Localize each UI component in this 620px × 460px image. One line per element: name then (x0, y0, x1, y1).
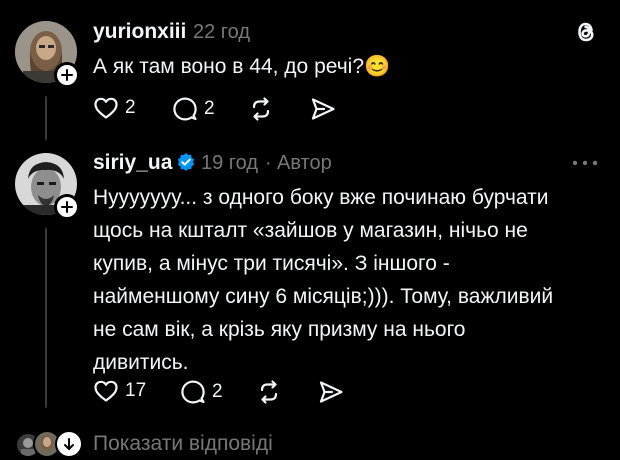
post-time: 22 год (193, 21, 251, 43)
chevron-down-icon (55, 430, 83, 458)
repost-icon (252, 97, 270, 121)
plus-icon (61, 201, 73, 213)
send-icon (319, 381, 343, 403)
post-text-line: А як там воно в 44, до речі?😊 (93, 55, 391, 78)
follow-button-yurionxiii[interactable] (54, 62, 80, 88)
post-text-line: дивитись. (93, 351, 189, 374)
heart-icon (94, 380, 118, 402)
reply-avatars[interactable] (15, 430, 83, 458)
repost-button[interactable] (256, 379, 282, 405)
plus-icon (61, 69, 73, 81)
post-text-line: щось на кшталт «зайшов у магазин, нічьо … (93, 219, 528, 242)
like-button[interactable]: 2 (93, 96, 136, 120)
comment-bubble-icon (173, 97, 197, 121)
comment-button[interactable]: 2 (180, 379, 223, 405)
repost-icon (260, 380, 278, 404)
send-icon (311, 98, 335, 120)
verified-badge-icon (176, 152, 196, 172)
thread-line-1 (45, 96, 47, 140)
show-replies-link[interactable]: Показати відповіді (93, 432, 273, 456)
threads-logo-icon[interactable] (572, 18, 600, 46)
share-button[interactable] (310, 96, 336, 122)
repost-button[interactable] (248, 96, 274, 122)
comment-count: 2 (204, 98, 215, 119)
username-yurionxiii[interactable]: yurionxiii (93, 20, 186, 44)
post-text-siriy-ua: Нууууууу... з одного боку вже починаю бу… (93, 181, 553, 379)
like-button[interactable]: 17 (93, 379, 146, 403)
meta-separator: · (265, 152, 272, 174)
comment-bubble-icon (181, 380, 205, 404)
follow-button-siriy-ua[interactable] (54, 194, 80, 220)
like-count: 2 (125, 97, 136, 118)
post-time: 19 год (201, 152, 259, 174)
post-text-yurionxiii: А як там воно в 44, до речі?😊 (93, 50, 390, 83)
post-text-line: Нууууууу... з одного боку вже починаю бу… (93, 186, 549, 209)
comment-count: 2 (212, 381, 223, 402)
thread-line-2 (45, 228, 47, 408)
comment-button[interactable]: 2 (172, 96, 215, 122)
share-button[interactable] (318, 379, 344, 405)
like-count: 17 (125, 380, 147, 401)
username-siriy-ua[interactable]: siriy_ua (93, 151, 172, 175)
author-tag: Автор (277, 152, 332, 174)
heart-icon (94, 97, 118, 119)
post-text-line: не сам вік, а крізь яку призму на нього (93, 318, 466, 341)
more-horizontal-icon[interactable] (570, 156, 600, 170)
post-text-line: наймeншому сину 6 місяців;))). Тому, важ… (93, 285, 554, 308)
post-text-line: купив, а мінус три тисячі». З іншого - (93, 252, 450, 275)
